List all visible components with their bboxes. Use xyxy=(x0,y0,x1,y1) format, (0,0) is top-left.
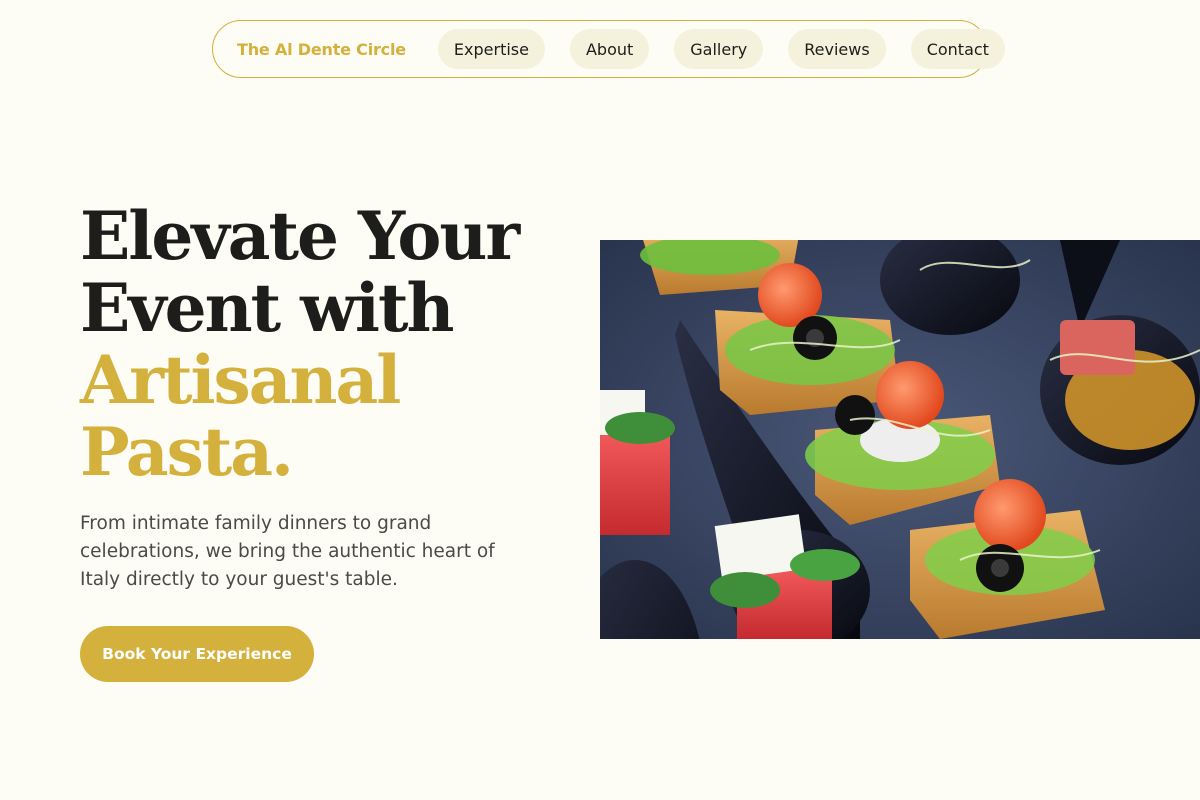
hero-title: Elevate Your Event with Artisanal Pasta. xyxy=(80,200,580,488)
hero-title-highlight-line-2: Pasta. xyxy=(80,413,294,491)
hero-title-line-1: Elevate Your xyxy=(80,197,520,275)
hero-subtitle: From intimate family dinners to grand ce… xyxy=(80,513,495,590)
main-navigation: The Al Dente Circle Expertise About Gall… xyxy=(212,20,1005,78)
nav-link-contact[interactable]: Contact xyxy=(910,29,1005,69)
appetizer-photo-illustration xyxy=(600,240,1200,639)
hero-title-highlight-line-1: Artisanal xyxy=(80,341,401,419)
nav-link-about[interactable]: About xyxy=(569,29,650,69)
nav-link-gallery[interactable]: Gallery xyxy=(674,29,764,69)
hero-image-appetizers xyxy=(600,240,1200,639)
nav-link-expertise[interactable]: Expertise xyxy=(437,29,545,69)
hero-title-line-2: Event with xyxy=(80,269,454,347)
nav-links: Expertise About Gallery Reviews Contact xyxy=(437,29,1005,69)
book-experience-button[interactable]: Book Your Experience xyxy=(80,626,314,682)
nav-link-reviews[interactable]: Reviews xyxy=(788,29,886,69)
brand-logo-link[interactable]: The Al Dente Circle xyxy=(237,40,406,59)
landing-page: The Al Dente Circle Expertise About Gall… xyxy=(0,0,1200,800)
